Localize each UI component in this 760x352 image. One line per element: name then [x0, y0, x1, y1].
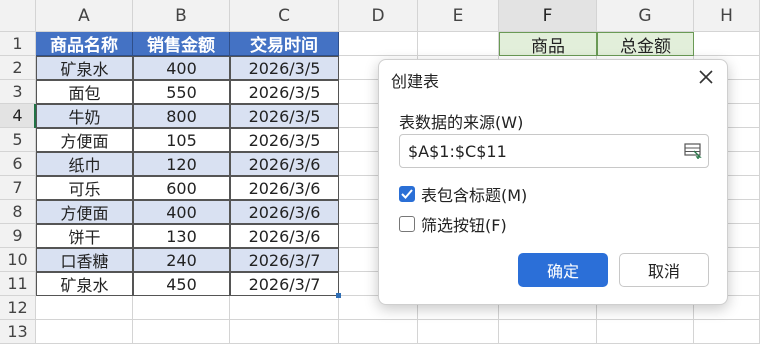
cell[interactable] — [339, 32, 418, 56]
row-header-3[interactable]: 3 — [0, 80, 36, 104]
table-cell[interactable]: 2026/3/6 — [230, 224, 339, 248]
column-header-g[interactable]: G — [597, 0, 694, 32]
cell[interactable] — [499, 320, 597, 344]
row-header-5[interactable]: 5 — [0, 128, 36, 152]
row-header-2[interactable]: 2 — [0, 56, 36, 80]
summary-product-header[interactable]: 商品 — [499, 32, 597, 57]
column-header-f[interactable]: F — [499, 0, 597, 32]
cell[interactable] — [339, 320, 418, 344]
has-headers-option[interactable]: 表包含标题(M) — [399, 182, 527, 206]
table-cell[interactable]: 可乐 — [36, 176, 133, 200]
table-cell[interactable]: 2026/3/5 — [230, 128, 339, 152]
has-headers-checkbox[interactable] — [399, 186, 415, 202]
close-icon[interactable] — [695, 66, 717, 88]
column-header-a[interactable]: A — [36, 0, 133, 32]
table-cell[interactable]: 2026/3/5 — [230, 56, 339, 80]
table-cell[interactable]: 800 — [133, 104, 230, 128]
select-all-corner[interactable] — [0, 0, 36, 32]
table-cell[interactable]: 400 — [133, 56, 230, 80]
table-cell[interactable]: 240 — [133, 248, 230, 272]
table-cell[interactable]: 方便面 — [36, 128, 133, 152]
table-cell[interactable]: 面包 — [36, 80, 133, 104]
table-cell[interactable]: 2026/3/6 — [230, 200, 339, 224]
table-cell[interactable]: 450 — [133, 272, 230, 296]
row-header-9[interactable]: 9 — [0, 224, 36, 248]
table-cell[interactable]: 矿泉水 — [36, 272, 133, 296]
column-header-e[interactable]: E — [418, 0, 499, 32]
table-cell[interactable]: 方便面 — [36, 200, 133, 224]
cancel-button[interactable]: 取消 — [619, 253, 709, 287]
check-icon — [401, 189, 413, 199]
range-input[interactable] — [400, 135, 670, 167]
cell[interactable] — [36, 320, 133, 344]
create-table-dialog: 创建表 表数据的来源(W) 表包含标题(M) 筛选按钮(F) 确定 取消 — [378, 59, 728, 305]
filter-buttons-checkbox[interactable] — [399, 216, 415, 232]
cell[interactable] — [36, 296, 133, 320]
table-cell[interactable]: 130 — [133, 224, 230, 248]
cell[interactable] — [133, 296, 230, 320]
cell[interactable] — [133, 320, 230, 344]
row-header-6[interactable]: 6 — [0, 152, 36, 176]
table-cell[interactable]: 600 — [133, 176, 230, 200]
table-cell[interactable]: 牛奶 — [36, 104, 133, 128]
row-header-13[interactable]: 13 — [0, 320, 36, 344]
row-header-11[interactable]: 11 — [0, 272, 36, 296]
table-cell[interactable]: 纸巾 — [36, 152, 133, 176]
cell[interactable] — [694, 32, 760, 56]
summary-total-header[interactable]: 总金额 — [597, 32, 694, 57]
table-cell[interactable]: 2026/3/6 — [230, 176, 339, 200]
table-cell[interactable]: 550 — [133, 80, 230, 104]
active-row-indicator — [34, 104, 36, 128]
cell[interactable] — [230, 320, 339, 344]
table-cell[interactable]: 2026/3/7 — [230, 272, 339, 296]
table-cell[interactable]: 2026/3/6 — [230, 152, 339, 176]
table-cell[interactable]: 口香糖 — [36, 248, 133, 272]
table-cell[interactable]: 400 — [133, 200, 230, 224]
filter-buttons-label: 筛选按钮(F) — [421, 216, 507, 235]
column-header-h[interactable]: H — [694, 0, 760, 32]
row-header-8[interactable]: 8 — [0, 200, 36, 224]
dialog-title: 创建表 — [391, 72, 440, 91]
table-cell[interactable]: 2026/3/5 — [230, 104, 339, 128]
table-cell[interactable]: 2026/3/5 — [230, 80, 339, 104]
table-header-cell[interactable]: 交易时间 — [230, 32, 339, 56]
has-headers-label: 表包含标题(M) — [421, 186, 528, 205]
table-cell[interactable]: 矿泉水 — [36, 56, 133, 80]
cell[interactable] — [418, 32, 499, 56]
range-select-icon[interactable] — [684, 143, 702, 160]
table-cell[interactable]: 2026/3/7 — [230, 248, 339, 272]
column-header-b[interactable]: B — [133, 0, 230, 32]
column-header-d[interactable]: D — [339, 0, 418, 32]
row-header-1[interactable]: 1 — [0, 32, 36, 56]
cell[interactable] — [418, 320, 499, 344]
row-header-12[interactable]: 12 — [0, 296, 36, 320]
table-header-cell[interactable]: 商品名称 — [36, 32, 133, 56]
ok-button[interactable]: 确定 — [518, 253, 608, 287]
column-header-c[interactable]: C — [230, 0, 339, 32]
cell[interactable] — [694, 320, 760, 344]
row-header-7[interactable]: 7 — [0, 176, 36, 200]
table-cell[interactable]: 105 — [133, 128, 230, 152]
row-header-4[interactable]: 4 — [0, 104, 36, 128]
row-header-10[interactable]: 10 — [0, 248, 36, 272]
fill-handle[interactable] — [336, 293, 341, 298]
source-label: 表数据的来源(W) — [399, 113, 524, 132]
table-header-cell[interactable]: 销售金额 — [133, 32, 230, 56]
filter-buttons-option[interactable]: 筛选按钮(F) — [399, 212, 507, 236]
table-cell[interactable]: 饼干 — [36, 224, 133, 248]
cell[interactable] — [597, 320, 694, 344]
table-cell[interactable]: 120 — [133, 152, 230, 176]
range-field[interactable] — [399, 134, 709, 168]
cell[interactable] — [230, 296, 339, 320]
